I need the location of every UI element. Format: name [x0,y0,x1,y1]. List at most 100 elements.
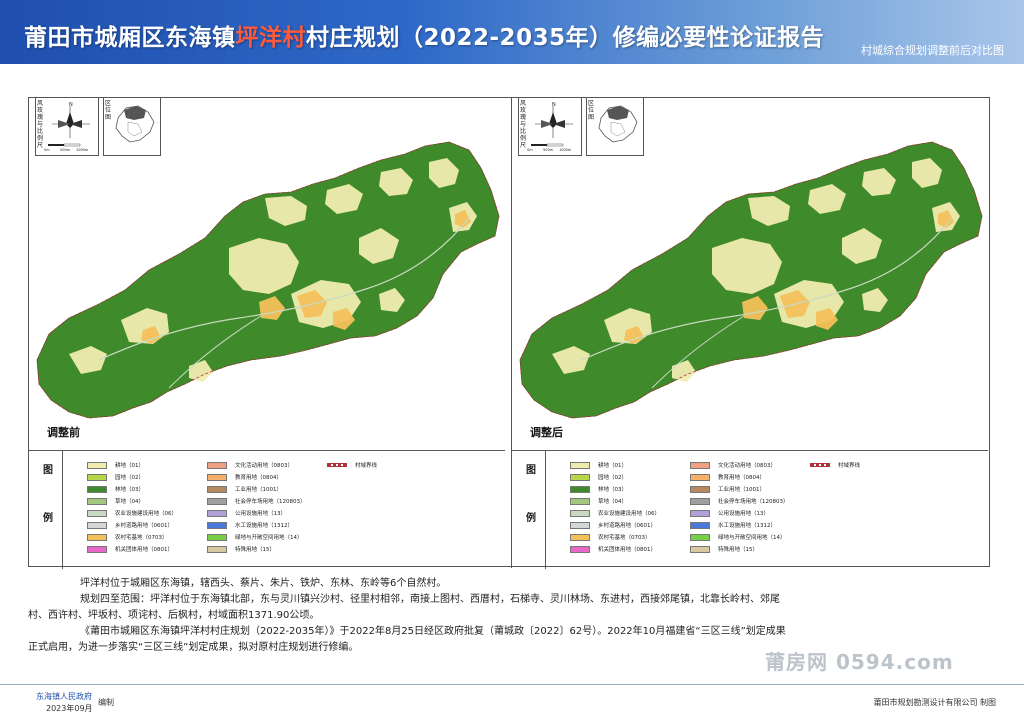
legend-text: 园地（02） [598,475,627,481]
legend-text: 草地（04） [115,499,144,505]
legend-item: 林地（03） [570,483,660,495]
legend-column-1: 耕地（01） 园地（02） 林地（03） 草地（04） 农业设施建设用地（06） 乡村道路… [87,459,177,555]
legend-text: 机关团体用地（0801） [598,547,656,553]
map-area-after: 风玫瑰与比例尺 N 0m 500m 1000m 区位图 调整后 [512,98,988,448]
svg-text:500m: 500m [60,148,71,152]
legend-text: 工业用地（1001） [718,487,765,493]
legend-item: 园地（02） [570,471,660,483]
legend-swatch [690,485,710,493]
legend-item: 公用设施用地（13） [207,507,306,519]
legend-column-1: 耕地（01） 园地（02） 林地（03） 草地（04） 农业设施建设用地（06） 乡村道路… [570,459,660,555]
legend-after: 图 例 耕地（01） 园地（02） 林地（03） 草地（04） 农业设施建设用地（06）… [512,450,988,569]
legend-text: 村域界线 [355,463,378,469]
legend-text: 教育用地（0804） [235,475,282,481]
legend-swatch [570,533,590,541]
legend-column-3: 村域界线 [810,459,860,471]
report-title: 莆田市城厢区东海镇坪洋村村庄规划（2022-2035年）修编必要性论证报告 [24,25,825,51]
legend-item: 乡村道路用地（0601） [570,519,660,531]
footer-date: 2023年09月 [46,704,93,713]
description-text: 坪洋村位于城厢区东海镇，辖西头、蔡片、朱片、铁炉、东林、东岭等6个自然村。 规划… [28,576,960,656]
footer-maker: 莆田市规划勘测设计有限公司 制图 [873,698,996,707]
legend-item: 机关团体用地（0801） [570,543,660,555]
legend-item: 草地（04） [570,495,660,507]
svg-text:1000m: 1000m [559,148,572,152]
legend-text: 社会停车场用地（120803） [718,499,789,505]
panel-before: 风玫瑰与比例尺 N 0m 500m 1000m 区位图 调整前 图 例 耕地（0… [29,98,505,569]
legend-item: 工业用地（1001） [207,483,306,495]
legend-item: 农业设施建设用地（06） [570,507,660,519]
legend-text: 园地（02） [115,475,144,481]
legend-swatch [570,497,590,505]
legend-swatch [87,521,107,529]
legend-swatch [87,509,107,517]
header-banner: 莆田市城厢区东海镇坪洋村村庄规划（2022-2035年）修编必要性论证报告 村城… [0,0,1024,64]
legend-item: 社会停车场用地（120803） [690,495,789,507]
legend-column-2: 文化活动用地（0803） 教育用地（0804） 工业用地（1001） 社会停车场用地（… [207,459,306,555]
legend-swatch [207,545,227,553]
legend-text: 村域界线 [838,463,861,469]
legend-swatch [690,473,710,481]
footer-org: 东海镇人民政府 [36,692,92,701]
legend-before: 图 例 耕地（01） 园地（02） 林地（03） 草地（04） 农业设施建设用地（06）… [29,450,505,569]
legend-text: 林地（03） [115,487,144,493]
locator-box: 区位图 [586,98,644,156]
legend-swatch [570,509,590,517]
legend-swatch [207,521,227,529]
legend-swatch [570,473,590,481]
legend-swatch [690,461,710,469]
legend-item: 农村宅基地（0703） [87,531,177,543]
desc-paragraph-2b: 村、西许村、坪坂村、项诧村、后枫村，村域面积1371.90公顷。 [28,610,320,621]
legend-text: 工业用地（1001） [235,487,282,493]
legend-text: 机关团体用地（0801） [115,547,173,553]
footer-divider [0,684,1024,685]
desc-paragraph-2a: 规划四至范围：坪洋村位于东海镇北部，东与灵川镇兴沙村、径里村相邻，南接上图村、西… [80,594,780,605]
legend-item: 教育用地（0804） [207,471,306,483]
legend-item: 社会停车场用地（120803） [207,495,306,507]
compass-scale-box: 风玫瑰与比例尺 N 0m 500m 1000m [35,98,99,156]
legend-swatch [327,463,347,467]
legend-text: 乡村道路用地（0601） [115,523,173,529]
legend-item: 特殊用地（15） [690,543,789,555]
title-village-highlight: 坪洋村 [235,25,306,51]
legend-text: 林地（03） [598,487,627,493]
legend-text: 草地（04） [598,499,627,505]
village-map-before [36,141,500,419]
legend-text: 公用设施用地（13） [235,511,286,517]
legend-swatch [87,533,107,541]
legend-swatch [207,533,227,541]
legend-text: 乡村道路用地（0601） [598,523,656,529]
legend-item: 乡村道路用地（0601） [87,519,177,531]
legend-text: 水工设施用地（1312） [235,523,293,529]
legend-item: 文化活动用地（0803） [690,459,789,471]
legend-text: 文化活动用地（0803） [235,463,293,469]
legend-swatch [690,509,710,517]
map-frame: 风玫瑰与比例尺 N 0m 500m 1000m 区位图 调整前 图 例 耕地（0… [28,97,990,569]
legend-item: 特殊用地（15） [207,543,306,555]
legend-text: 绿地与开敞空间用地（14） [235,535,303,541]
legend-swatch [87,545,107,553]
legend-text: 社会停车场用地（120803） [235,499,306,505]
legend-swatch [207,473,227,481]
legend-item: 绿地与开敞空间用地（14） [690,531,789,543]
legend-item: 公用设施用地（13） [690,507,789,519]
legend-item: 村域界线 [810,459,860,471]
legend-item: 工业用地（1001） [690,483,789,495]
compass-scale-box: 风玫瑰与比例尺 N 0m 500m 1000m [518,98,582,156]
map-caption-before: 调整前 [47,426,80,439]
legend-swatch [570,485,590,493]
legend-swatch [690,497,710,505]
panel-after: 风玫瑰与比例尺 N 0m 500m 1000m 区位图 调整后 图 例 耕地（0… [511,98,988,569]
legend-swatch [87,485,107,493]
legend-swatch [690,545,710,553]
legend-text: 农业设施建设用地（06） [598,511,660,517]
legend-item: 机关团体用地（0801） [87,543,177,555]
legend-swatch [570,545,590,553]
legend-item: 耕地（01） [570,459,660,471]
legend-swatch [87,461,107,469]
legend-swatch [570,461,590,469]
legend-item: 水工设施用地（1312） [207,519,306,531]
legend-item: 文化活动用地（0803） [207,459,306,471]
locator-box: 区位图 [103,98,161,156]
legend-swatch [207,461,227,469]
legend-item: 园地（02） [87,471,177,483]
